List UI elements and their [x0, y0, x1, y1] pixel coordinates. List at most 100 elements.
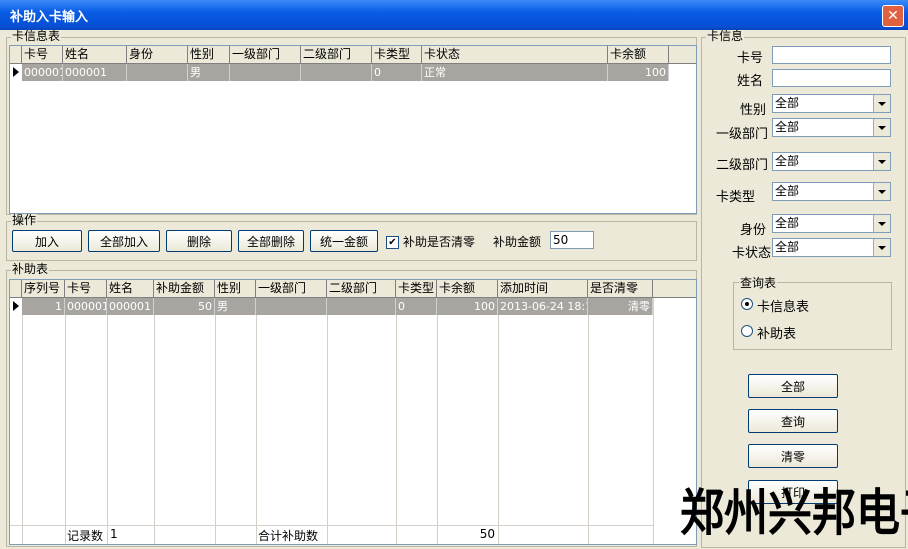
chevron-down-icon[interactable]: [873, 239, 890, 256]
cell-dept1: [256, 298, 327, 315]
col-header[interactable]: 二级部门: [301, 46, 372, 63]
table-row[interactable]: 000001 000001 男 0 正常 100: [22, 64, 669, 81]
delete-all-button[interactable]: 全部删除: [238, 230, 304, 252]
subsidy-grid[interactable]: 序列号 卡号 姓名 补助金额 性别 一级部门 二级部门 卡类型 卡余额 添加时间…: [9, 279, 697, 545]
cell-dept1: [230, 64, 301, 81]
cell-added-time: 2013-06-24 18:15:: [498, 298, 588, 315]
query-table-legend: 查询表: [739, 276, 778, 290]
col-header[interactable]: 卡余额: [437, 280, 498, 297]
col-header[interactable]: 姓名: [63, 46, 127, 63]
card-no-label: 卡号: [737, 51, 764, 66]
grid-line: [653, 298, 654, 544]
col-header[interactable]: 性别: [188, 46, 230, 63]
grid-line: [215, 298, 216, 544]
card-filter-panel-legend: 卡信息: [706, 29, 745, 43]
radio-card-info[interactable]: [741, 298, 753, 310]
clear-button[interactable]: 清零: [748, 444, 838, 468]
card-status-select-value: 全部: [775, 240, 800, 254]
gender-select[interactable]: 全部: [772, 94, 891, 113]
col-header[interactable]: 是否清零: [588, 280, 653, 297]
card-info-grid[interactable]: 卡号 姓名 身份 性别 一级部门 二级部门 卡类型 卡状态 卡余额 000001…: [9, 45, 697, 214]
clear-checkbox[interactable]: ✔: [386, 236, 399, 249]
row-selector-icon: [13, 67, 19, 77]
footer-divider: [10, 525, 653, 526]
col-header[interactable]: 一级部门: [256, 280, 327, 297]
col-header[interactable]: 添加时间: [498, 280, 588, 297]
delete-button[interactable]: 删除: [166, 230, 232, 252]
chevron-down-icon[interactable]: [873, 153, 890, 170]
table-row[interactable]: 1 000001 000001 50 男 0 100 2013-06-24 18…: [22, 298, 653, 315]
cell-amount: 50: [154, 298, 215, 315]
cell-identity: [127, 64, 188, 81]
subsidy-amount-label: 补助金额: [493, 235, 542, 249]
total-subsidy-value: 50: [479, 527, 495, 541]
col-header[interactable]: 一级部门: [230, 46, 301, 63]
cell-balance: 100: [437, 298, 498, 315]
col-header[interactable]: 卡类型: [396, 280, 437, 297]
chevron-down-icon[interactable]: [873, 95, 890, 112]
cell-seq: 1: [22, 298, 65, 315]
col-header[interactable]: 二级部门: [327, 280, 396, 297]
clear-checkbox-label: 补助是否清零: [403, 235, 476, 249]
cell-card-no: 000001: [24, 64, 63, 81]
cell-card-status: 正常: [422, 64, 608, 81]
operations-panel-legend: 操作: [11, 213, 38, 227]
chevron-down-icon[interactable]: [873, 183, 890, 200]
col-header[interactable]: 补助金额: [154, 280, 215, 297]
col-header[interactable]: 身份: [127, 46, 188, 63]
col-header[interactable]: 性别: [215, 280, 256, 297]
col-header[interactable]: 卡号: [65, 280, 107, 297]
col-header[interactable]: 卡号: [22, 46, 63, 63]
dept2-label: 二级部门: [716, 158, 769, 173]
cell-card-no: 000001: [67, 298, 107, 315]
watermark-text: 郑州兴邦电子: [680, 484, 908, 542]
card-no-input[interactable]: [772, 46, 891, 64]
grid-line: [154, 298, 155, 544]
dept1-select[interactable]: 全部: [772, 118, 891, 137]
col-header[interactable]: 卡类型: [372, 46, 422, 63]
card-info-panel-legend: 卡信息表: [11, 29, 62, 43]
cell-gender: 男: [188, 64, 230, 81]
card-grid-header: 卡号 姓名 身份 性别 一级部门 二级部门 卡类型 卡状态 卡余额: [10, 46, 696, 64]
cell-card-type: 0: [372, 64, 422, 81]
name-label: 姓名: [737, 74, 764, 89]
cell-balance: 100: [608, 64, 669, 81]
col-header[interactable]: 卡余额: [608, 46, 669, 63]
close-button[interactable]: ✕: [882, 5, 904, 27]
subsidy-amount-input[interactable]: 50: [550, 231, 594, 249]
grid-line: [107, 298, 108, 544]
query-button[interactable]: 查询: [748, 409, 838, 433]
cell-dept2: [301, 64, 372, 81]
cell-dept2: [327, 298, 396, 315]
dept2-select[interactable]: 全部: [772, 152, 891, 171]
window-title: 补助入卡输入: [10, 10, 89, 25]
grid-line: [498, 298, 499, 544]
card-type-label: 卡类型: [716, 190, 756, 205]
radio-card-info-label[interactable]: 卡信息表: [757, 296, 809, 315]
name-input[interactable]: [772, 69, 891, 87]
gender-select-value: 全部: [775, 96, 800, 110]
gender-label: 性别: [740, 103, 767, 118]
add-all-button[interactable]: 全部加入: [88, 230, 160, 252]
all-button[interactable]: 全部: [748, 374, 838, 398]
row-selector-icon: [13, 301, 19, 311]
card-status-select[interactable]: 全部: [772, 238, 891, 257]
chevron-down-icon[interactable]: [873, 119, 890, 136]
grid-line: [327, 298, 328, 544]
add-button[interactable]: 加入: [12, 230, 82, 252]
record-count-label: 记录数: [67, 529, 104, 543]
unify-amount-button[interactable]: 统一金额: [310, 230, 378, 252]
card-type-select[interactable]: 全部: [772, 182, 891, 201]
identity-select[interactable]: 全部: [772, 214, 891, 233]
cell-gender: 男: [215, 298, 256, 315]
col-header[interactable]: 姓名: [107, 280, 154, 297]
chevron-down-icon[interactable]: [873, 215, 890, 232]
dept1-label: 一级部门: [716, 127, 769, 142]
title-bar[interactable]: 补助入卡输入 ✕: [0, 0, 908, 30]
col-header[interactable]: 卡状态: [422, 46, 608, 63]
radio-subsidy-label[interactable]: 补助表: [757, 323, 796, 342]
subsidy-panel-legend: 补助表: [11, 262, 50, 276]
radio-subsidy[interactable]: [741, 325, 753, 337]
grid-line: [588, 298, 589, 544]
col-header[interactable]: 序列号: [22, 280, 65, 297]
